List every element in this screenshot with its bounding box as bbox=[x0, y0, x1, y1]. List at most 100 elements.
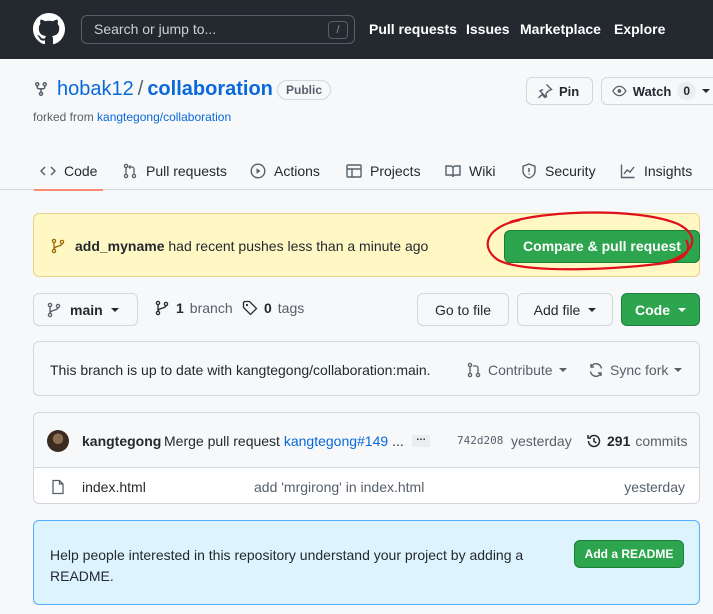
branch-count: 1 bbox=[176, 300, 184, 316]
repo-name-link[interactable]: collaboration bbox=[147, 78, 273, 100]
repo-title: hobak12/collaboration bbox=[57, 78, 273, 101]
compare-pull-request-button[interactable]: Compare & pull request bbox=[504, 230, 700, 263]
tab-security[interactable]: Security bbox=[521, 152, 596, 190]
avatar[interactable] bbox=[47, 430, 69, 452]
repo-owner-link[interactable]: hobak12 bbox=[57, 78, 134, 100]
tab-label: Pull requests bbox=[146, 163, 227, 179]
tag-word: tags bbox=[277, 300, 305, 316]
pull-request-icon bbox=[467, 362, 481, 378]
forked-from-link[interactable]: kangtegong/collaboration bbox=[97, 110, 231, 124]
forked-from-line: forked from kangtegong/collaboration bbox=[33, 110, 231, 124]
repo-forked-icon bbox=[35, 82, 47, 97]
table-row[interactable]: index.html add 'mrgirong' in index.html … bbox=[34, 468, 699, 503]
tab-wiki[interactable]: Wiki bbox=[445, 152, 495, 190]
commit-author-link[interactable]: kangtegong bbox=[82, 433, 161, 449]
banner-message: add_myname had recent pushes less than a… bbox=[75, 238, 428, 254]
commit-count-word: commits bbox=[635, 433, 688, 449]
add-file-button[interactable]: Add file bbox=[517, 293, 613, 326]
add-file-label: Add file bbox=[533, 301, 581, 318]
commit-message[interactable]: Merge pull request kangtegong#149 ... bbox=[164, 433, 404, 449]
branch-word: branch bbox=[189, 300, 233, 316]
git-branch-icon bbox=[51, 238, 65, 254]
sync-fork-button[interactable]: Sync fork bbox=[588, 362, 683, 378]
go-to-file-button[interactable]: Go to file bbox=[417, 293, 509, 326]
commit-sha-link[interactable]: 742d208 bbox=[457, 434, 503, 447]
add-readme-button[interactable]: Add a README bbox=[574, 540, 684, 568]
branch-select-label: main bbox=[70, 301, 103, 318]
tags-link[interactable]: 0 tags bbox=[242, 300, 304, 316]
tag-count: 0 bbox=[264, 300, 272, 316]
nav-explore[interactable]: Explore bbox=[614, 21, 665, 37]
banner-text: had recent pushes less than a minute ago bbox=[168, 238, 429, 254]
repo-header: hobak12/collaboration Public forked from… bbox=[0, 59, 713, 191]
table-icon bbox=[346, 164, 362, 178]
tab-label: Actions bbox=[274, 163, 320, 179]
commit-pr-link[interactable]: kangtegong#149 bbox=[284, 433, 388, 449]
branches-link[interactable]: 1 branch bbox=[154, 300, 233, 316]
readme-prompt-text: Help people interested in this repositor… bbox=[50, 547, 524, 584]
code-icon bbox=[40, 166, 56, 176]
chevron-down-icon bbox=[702, 89, 710, 93]
book-icon bbox=[445, 165, 461, 178]
watch-count: 0 bbox=[677, 82, 696, 100]
file-browser: kangtegong Merge pull request kangtegong… bbox=[33, 412, 700, 504]
repo-separator: / bbox=[137, 78, 144, 100]
branch-select-button[interactable]: main bbox=[33, 293, 138, 326]
expand-commit-message-button[interactable]: … bbox=[412, 433, 430, 447]
contribute-label: Contribute bbox=[488, 362, 553, 378]
branch-status-text: This branch is up to date with kangtegon… bbox=[50, 362, 431, 378]
tab-projects[interactable]: Projects bbox=[346, 152, 421, 190]
contribute-button[interactable]: Contribute bbox=[466, 362, 567, 378]
pin-button[interactable]: Pin bbox=[526, 77, 593, 105]
file-name-link[interactable]: index.html bbox=[82, 479, 146, 495]
github-logo-icon[interactable] bbox=[33, 13, 65, 45]
tab-code[interactable]: Code bbox=[33, 152, 104, 191]
graph-icon bbox=[620, 164, 635, 179]
eye-icon bbox=[612, 85, 627, 97]
branch-status-box: This branch is up to date with kangtegon… bbox=[33, 341, 700, 396]
chevron-down-icon bbox=[558, 368, 567, 372]
git-branch-icon bbox=[155, 300, 169, 316]
nav-pull-requests[interactable]: Pull requests bbox=[369, 21, 457, 37]
sync-fork-label: Sync fork bbox=[610, 362, 669, 378]
git-branch-icon bbox=[47, 302, 61, 317]
chevron-down-icon bbox=[110, 307, 119, 312]
visibility-badge: Public bbox=[277, 80, 332, 100]
tab-label: Wiki bbox=[469, 163, 496, 179]
watch-button[interactable]: Watch 0 bbox=[601, 77, 713, 105]
tab-label: Insights bbox=[644, 163, 693, 179]
commit-message-text: Merge pull request bbox=[164, 433, 280, 449]
tab-actions[interactable]: Actions bbox=[250, 152, 320, 190]
commits-history-link[interactable]: 291 commits bbox=[586, 433, 687, 449]
latest-commit-bar: kangtegong Merge pull request kangtegong… bbox=[34, 413, 699, 468]
history-icon bbox=[587, 434, 601, 448]
global-header: Search or jump to... / Pull requests Iss… bbox=[0, 0, 713, 59]
code-button[interactable]: Code bbox=[621, 293, 700, 326]
banner-branch-name[interactable]: add_myname bbox=[75, 238, 164, 254]
tab-label: Security bbox=[545, 163, 596, 179]
tab-label: Code bbox=[64, 163, 98, 179]
search-shortcut-key: / bbox=[328, 21, 348, 39]
tab-label: Projects bbox=[370, 163, 421, 179]
nav-marketplace[interactable]: Marketplace bbox=[520, 21, 601, 37]
search-input[interactable]: Search or jump to... / bbox=[81, 15, 355, 44]
tab-insights[interactable]: Insights bbox=[620, 152, 692, 190]
chevron-down-icon bbox=[674, 368, 683, 372]
search-placeholder: Search or jump to... bbox=[94, 21, 217, 37]
pin-icon bbox=[538, 84, 553, 99]
file-commit-time: yesterday bbox=[624, 479, 685, 495]
play-icon bbox=[250, 163, 266, 179]
shield-icon bbox=[522, 163, 536, 179]
readme-prompt: Help people interested in this repositor… bbox=[33, 520, 700, 605]
code-button-label: Code bbox=[635, 301, 670, 318]
recent-push-banner: add_myname had recent pushes less than a… bbox=[33, 213, 700, 277]
repo-tabs: Code Pull requests Actions Projects Wiki… bbox=[0, 152, 713, 191]
nav-issues[interactable]: Issues bbox=[466, 21, 510, 37]
tab-pull-requests[interactable]: Pull requests bbox=[122, 152, 227, 190]
watch-label: Watch bbox=[632, 83, 672, 99]
commit-time: yesterday bbox=[511, 433, 572, 449]
sync-icon bbox=[589, 363, 603, 377]
chevron-down-icon bbox=[588, 307, 597, 312]
file-commit-message-link[interactable]: add 'mrgirong' in index.html bbox=[254, 479, 424, 495]
tag-icon bbox=[242, 300, 258, 316]
